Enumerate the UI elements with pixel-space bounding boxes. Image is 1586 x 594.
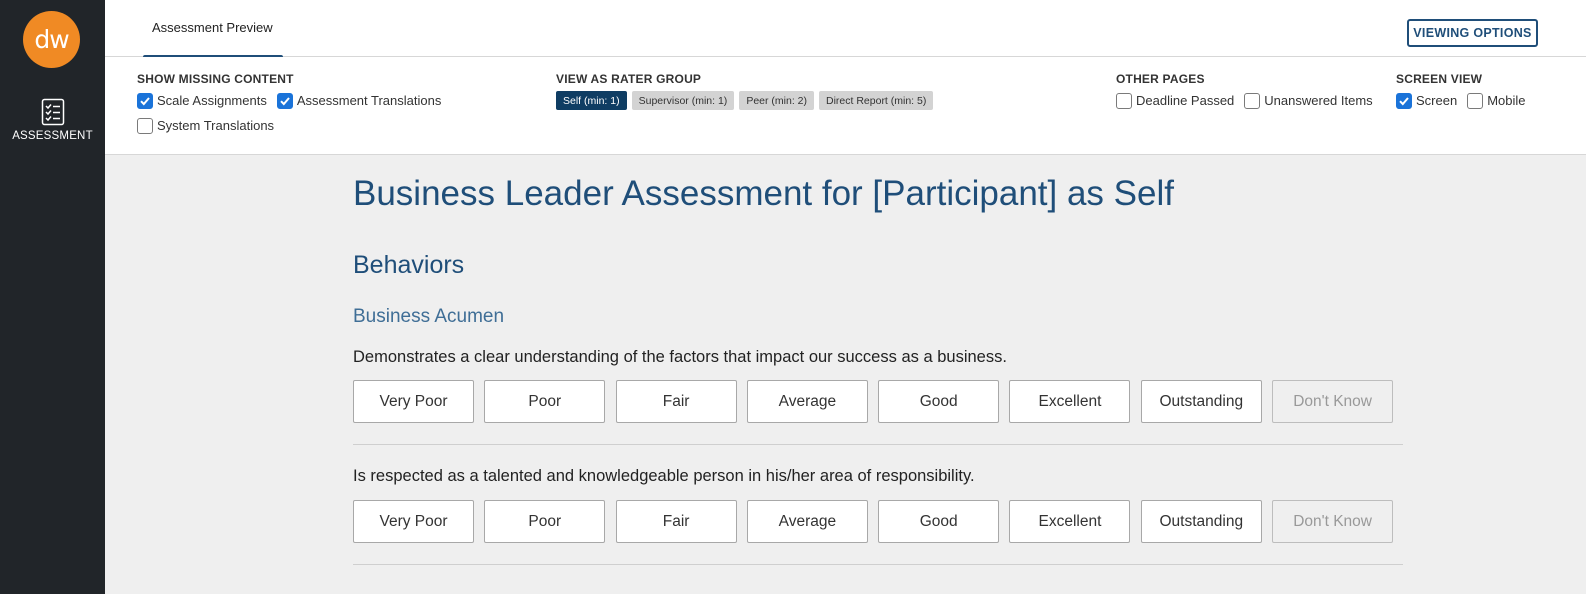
checkbox-checked-icon — [276, 92, 293, 109]
rating-option-dont-know[interactable]: Don't Know — [1272, 380, 1394, 423]
rater-pill-direct-report[interactable]: Direct Report (min: 5) — [819, 91, 934, 110]
question-text: Demonstrates a clear understanding of th… — [353, 348, 1007, 366]
tab-assessment-preview[interactable]: Assessment Preview — [143, 0, 283, 58]
rating-option-good[interactable]: Good — [878, 380, 1000, 423]
page-title: Business Leader Assessment for [Particip… — [353, 174, 1174, 213]
checkbox-label: Unanswered Items — [1264, 93, 1373, 108]
rating-option-excellent[interactable]: Excellent — [1009, 500, 1131, 543]
rater-pill-peer[interactable]: Peer (min: 2) — [739, 91, 814, 110]
rating-option-outstanding[interactable]: Outstanding — [1140, 380, 1262, 423]
tab-label: Assessment Preview — [152, 20, 273, 35]
preview-options-panel: SHOW MISSING CONTENT Scale Assignments A… — [105, 57, 1586, 155]
rating-option-average[interactable]: Average — [746, 380, 868, 423]
checkbox-checked-icon — [1396, 92, 1412, 109]
rating-option-poor[interactable]: Poor — [484, 500, 606, 543]
deadline-passed-checkbox[interactable]: Deadline Passed — [1116, 92, 1235, 109]
rating-option-average[interactable]: Average — [746, 500, 868, 543]
group-title: VIEW AS RATER GROUP — [556, 72, 702, 86]
other-pages-group: OTHER PAGES Deadline Passed Unanswered I… — [1116, 72, 1383, 113]
checkbox-label: System Translations — [157, 118, 275, 133]
checkbox-checked-icon — [137, 92, 153, 109]
rating-option-outstanding[interactable]: Outstanding — [1140, 500, 1262, 543]
viewing-options-button[interactable]: VIEWING OPTIONS — [1407, 19, 1538, 47]
system-translations-checkbox[interactable]: System Translations — [137, 117, 275, 134]
scale-assignments-checkbox[interactable]: Scale Assignments — [137, 92, 267, 109]
group-title: OTHER PAGES — [1116, 72, 1205, 86]
screen-view-group: SCREEN VIEW Screen Mobile — [1396, 72, 1536, 113]
rater-group-selector: VIEW AS RATER GROUP Self (min: 1) Superv… — [556, 72, 938, 110]
group-title: SHOW MISSING CONTENT — [137, 72, 294, 86]
rating-option-fair[interactable]: Fair — [615, 500, 737, 543]
sidebar: dw ASSESSMENT — [0, 0, 105, 594]
section-title: Behaviors — [353, 251, 465, 279]
rater-pill-self[interactable]: Self (min: 1) — [556, 91, 627, 110]
divider — [353, 444, 1403, 445]
checkbox-label: Scale Assignments — [157, 93, 267, 108]
unanswered-items-checkbox[interactable]: Unanswered Items — [1244, 92, 1373, 109]
screen-view-checkbox[interactable]: Screen — [1396, 92, 1458, 109]
rating-option-very-poor[interactable]: Very Poor — [353, 380, 474, 423]
rating-option-very-poor[interactable]: Very Poor — [353, 500, 474, 543]
group-title: SCREEN VIEW — [1396, 72, 1483, 86]
checkbox-unchecked-icon — [1244, 92, 1261, 109]
checkbox-unchecked-icon — [1116, 92, 1132, 109]
rater-pill-supervisor[interactable]: Supervisor (min: 1) — [631, 91, 735, 110]
question-item: Is respected as a talented and knowledge… — [353, 467, 1403, 565]
rating-option-excellent[interactable]: Excellent — [1009, 380, 1131, 423]
checkbox-label: Deadline Passed — [1136, 93, 1235, 108]
show-missing-content-group: SHOW MISSING CONTENT Scale Assignments A… — [137, 72, 451, 138]
checklist-icon — [41, 98, 64, 126]
rating-option-poor[interactable]: Poor — [484, 380, 606, 423]
logo-text: dw — [34, 25, 69, 54]
top-bar: Assessment Preview VIEWING OPTIONS — [105, 0, 1586, 58]
rating-option-fair[interactable]: Fair — [615, 380, 737, 423]
competency-title: Business Acumen — [353, 306, 505, 327]
question-text: Is respected as a talented and knowledge… — [353, 467, 975, 485]
assessment-translations-checkbox[interactable]: Assessment Translations — [276, 92, 442, 109]
divider — [353, 564, 1403, 565]
rating-scale: Very Poor Poor Fair Average Good Excelle… — [353, 380, 1403, 423]
checkbox-unchecked-icon — [137, 117, 153, 134]
checkbox-unchecked-icon — [1467, 92, 1484, 109]
sidebar-item-label: ASSESSMENT — [12, 130, 93, 142]
checkbox-label: Mobile — [1487, 93, 1526, 108]
rating-option-good[interactable]: Good — [878, 500, 1000, 543]
checkbox-label: Assessment Translations — [296, 93, 442, 108]
rating-scale: Very Poor Poor Fair Average Good Excelle… — [353, 500, 1403, 543]
dw-logo[interactable]: dw — [23, 11, 80, 68]
mobile-view-checkbox[interactable]: Mobile — [1467, 92, 1526, 109]
checkbox-label: Screen — [1416, 93, 1458, 108]
rating-option-dont-know[interactable]: Don't Know — [1272, 500, 1394, 543]
question-item: Demonstrates a clear understanding of th… — [353, 348, 1403, 445]
sidebar-item-assessment[interactable]: ASSESSMENT — [0, 98, 105, 142]
